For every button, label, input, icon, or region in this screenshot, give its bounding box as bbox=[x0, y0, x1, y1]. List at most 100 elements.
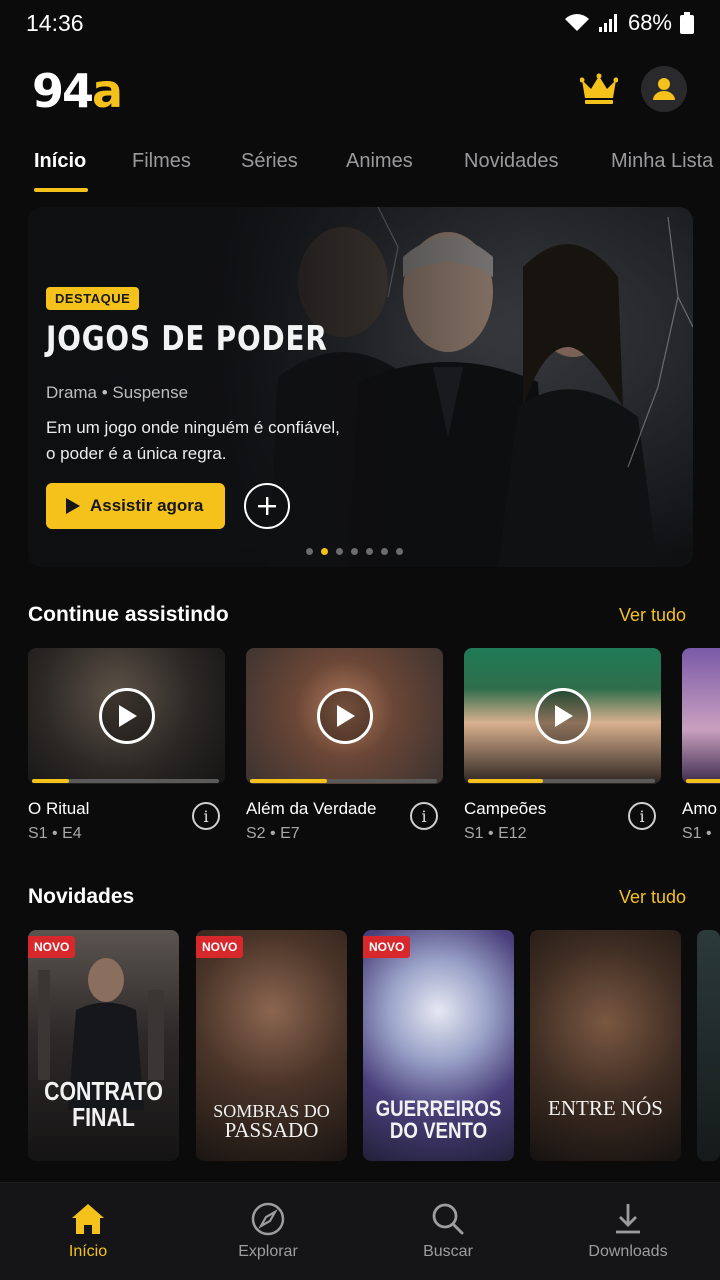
continue-title: Amo bbox=[682, 799, 717, 818]
featured-banner[interactable]: DESTAQUE JOGOS DE PODER Drama • Suspense… bbox=[28, 207, 693, 567]
info-icon[interactable]: i bbox=[628, 802, 656, 830]
poster-partial[interactable] bbox=[697, 930, 720, 1161]
poster-title-line1: GUERREIROS bbox=[375, 1096, 502, 1121]
continue-thumbnail[interactable] bbox=[28, 648, 225, 784]
play-button[interactable] bbox=[99, 688, 155, 744]
continue-thumbnail[interactable] bbox=[464, 648, 661, 784]
info-icon[interactable]: i bbox=[192, 802, 220, 830]
compass-icon bbox=[251, 1202, 285, 1236]
carousel-dot[interactable] bbox=[381, 548, 388, 555]
watch-now-label: Assistir agora bbox=[90, 496, 204, 515]
status-bar: 14:36 68% bbox=[0, 0, 720, 48]
carousel-dot[interactable] bbox=[336, 548, 343, 555]
poster-entre-nos[interactable]: ENTRE NÓS bbox=[530, 930, 681, 1161]
poster-title-line2: PASSADO bbox=[224, 1118, 319, 1142]
carousel-dot[interactable] bbox=[396, 548, 403, 555]
home-icon bbox=[72, 1204, 104, 1234]
poster-title-line2: FINAL bbox=[72, 1102, 135, 1132]
poster-title-line1: CONTRATO bbox=[44, 1076, 163, 1106]
continue-title: Campeões bbox=[464, 799, 547, 818]
category-tabs: Início Filmes Séries Animes Novidades Mi… bbox=[0, 140, 720, 196]
poster-title: SOMBRAS DO PASSADO bbox=[196, 1102, 347, 1141]
poster-title: CONTRATO FINAL bbox=[42, 1078, 166, 1130]
battery-percent: 68% bbox=[627, 10, 672, 35]
premium-crown-icon[interactable] bbox=[580, 72, 618, 106]
poster-title-line1: ENTRE NÓS bbox=[548, 1096, 663, 1120]
watch-now-button[interactable]: Assistir agora bbox=[46, 483, 225, 529]
progress-fill bbox=[468, 779, 543, 783]
continue-card-campeoes[interactable]: Campeões S1 • E12 i bbox=[464, 648, 661, 842]
logo-letter: a bbox=[92, 64, 123, 118]
new-badge: NOVO bbox=[196, 936, 244, 958]
featured-genres: Drama • Suspense bbox=[46, 383, 189, 402]
nav-label: Início bbox=[68, 1243, 108, 1260]
continue-episode: S1 • E4 bbox=[28, 825, 82, 842]
play-icon bbox=[337, 705, 355, 727]
nav-explorar[interactable]: Explorar bbox=[208, 1201, 328, 1261]
nav-inicio[interactable]: Início bbox=[28, 1201, 148, 1261]
tab-inicio[interactable]: Início bbox=[34, 150, 86, 173]
carousel-dot[interactable] bbox=[366, 548, 373, 555]
continue-episode: S1 • E12 bbox=[464, 825, 527, 842]
carousel-dot[interactable] bbox=[351, 548, 358, 555]
poster-sombras-do-passado[interactable]: NOVO SOMBRAS DO PASSADO bbox=[196, 930, 347, 1161]
add-to-list-button[interactable] bbox=[244, 483, 290, 529]
featured-description: Em um jogo onde ninguém é confiável, o p… bbox=[46, 418, 340, 463]
featured-title: JOGOS DE PODER bbox=[46, 319, 328, 359]
logo-number: 94 bbox=[32, 64, 94, 118]
status-icons: 68% bbox=[564, 10, 694, 36]
tab-minha-lista[interactable]: Minha Lista bbox=[611, 150, 713, 173]
bottom-navigation: Início Explorar Buscar Downloads bbox=[0, 1182, 720, 1280]
progress-bar bbox=[686, 779, 720, 783]
poster-contrato-final[interactable]: NOVO CONTRATO FINAL bbox=[28, 930, 179, 1161]
continue-watching-title: Continue assistindo bbox=[28, 603, 229, 626]
nav-label: Downloads bbox=[588, 1243, 668, 1260]
battery-icon bbox=[680, 12, 694, 34]
continue-episode: S2 • E7 bbox=[246, 825, 300, 842]
play-button[interactable] bbox=[535, 688, 591, 744]
featured-badge: DESTAQUE bbox=[46, 287, 140, 310]
continue-episode: S1 • bbox=[682, 825, 712, 842]
poster-title: ENTRE NÓS bbox=[530, 1098, 681, 1119]
profile-avatar-button[interactable] bbox=[641, 66, 687, 112]
continue-card-partial[interactable]: Amo S1 • bbox=[682, 648, 720, 858]
tab-animes[interactable]: Animes bbox=[346, 150, 413, 173]
poster-title-line2: DO VENTO bbox=[389, 1118, 488, 1143]
progress-bar bbox=[468, 779, 655, 783]
continue-thumbnail[interactable] bbox=[246, 648, 443, 784]
poster-title: GUERREIROS DO VENTO bbox=[374, 1098, 502, 1142]
play-button[interactable] bbox=[317, 688, 373, 744]
new-releases-title: Novidades bbox=[28, 885, 135, 908]
progress-bar bbox=[32, 779, 219, 783]
continue-title: O Ritual bbox=[28, 799, 90, 818]
continue-card-o-ritual[interactable]: O Ritual S1 • E4 i bbox=[28, 648, 225, 842]
plus-icon bbox=[258, 497, 276, 515]
info-icon[interactable]: i bbox=[410, 802, 438, 830]
new-badge: NOVO bbox=[28, 936, 76, 958]
active-tab-indicator bbox=[34, 188, 88, 192]
continue-card-alem-da-verdade[interactable]: Além da Verdade S2 • E7 i bbox=[246, 648, 443, 842]
carousel-dot[interactable] bbox=[306, 548, 313, 555]
carousel-indicator bbox=[306, 548, 403, 555]
tab-novidades[interactable]: Novidades bbox=[464, 150, 559, 173]
carousel-dot[interactable] bbox=[321, 548, 328, 555]
progress-fill bbox=[250, 779, 327, 783]
progress-bar bbox=[250, 779, 437, 783]
nav-buscar[interactable]: Buscar bbox=[388, 1201, 508, 1261]
app-logo[interactable]: 94a bbox=[32, 68, 123, 114]
play-icon bbox=[555, 705, 573, 727]
continue-thumbnail[interactable] bbox=[682, 648, 720, 784]
progress-fill bbox=[32, 779, 70, 783]
continue-watching-see-all[interactable]: Ver tudo bbox=[619, 605, 686, 626]
tab-series[interactable]: Séries bbox=[241, 150, 298, 173]
nav-downloads[interactable]: Downloads bbox=[568, 1201, 688, 1261]
play-icon bbox=[119, 705, 137, 727]
search-icon bbox=[432, 1203, 464, 1235]
nav-label: Buscar bbox=[423, 1243, 473, 1260]
poster-guerreiros-do-vento[interactable]: NOVO GUERREIROS DO VENTO bbox=[363, 930, 514, 1161]
tab-filmes[interactable]: Filmes bbox=[132, 150, 191, 173]
signal-icon bbox=[598, 14, 617, 32]
new-releases-see-all[interactable]: Ver tudo bbox=[619, 887, 686, 908]
continue-title: Além da Verdade bbox=[246, 799, 377, 818]
status-time: 14:36 bbox=[26, 10, 84, 36]
